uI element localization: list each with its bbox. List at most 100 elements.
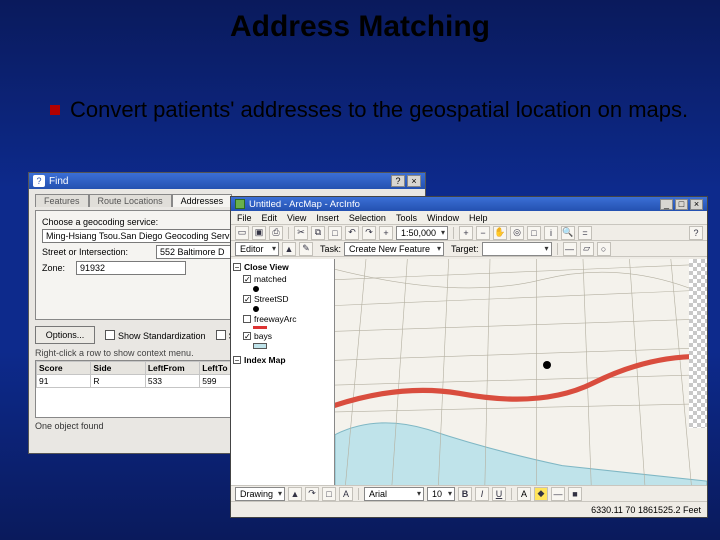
- menu-window[interactable]: Window: [427, 213, 459, 223]
- save-icon[interactable]: ▣: [252, 226, 266, 240]
- edit-tool2-icon[interactable]: ▱: [580, 242, 594, 256]
- zoom-in-icon[interactable]: +: [459, 226, 473, 240]
- bullet-icon: [50, 105, 60, 115]
- tab-route-locations[interactable]: Route Locations: [89, 194, 172, 207]
- draw-pointer-icon[interactable]: ▲: [288, 487, 302, 501]
- undo-icon[interactable]: ↶: [345, 226, 359, 240]
- show-standardization-checkbox[interactable]: Show Standardization: [105, 329, 206, 341]
- layer-matched-symbol: [253, 286, 332, 292]
- redo-icon[interactable]: ↷: [362, 226, 376, 240]
- toc-panel: −Close View ✓matched ✓StreetSD freewayAr…: [231, 259, 335, 501]
- task-dropdown[interactable]: Create New Feature: [344, 242, 444, 256]
- fill-color-icon[interactable]: ◆: [534, 487, 548, 501]
- options-button[interactable]: Options...: [35, 326, 95, 344]
- slide-title: Address Matching: [0, 10, 720, 44]
- pointer-icon[interactable]: ▲: [282, 242, 296, 256]
- menu-insert[interactable]: Insert: [316, 213, 339, 223]
- layer-streetsd-symbol: [253, 306, 332, 312]
- layer-matched[interactable]: ✓matched: [243, 274, 332, 284]
- menu-selection[interactable]: Selection: [349, 213, 386, 223]
- tab-addresses[interactable]: Addresses: [172, 194, 233, 207]
- find-tool-icon[interactable]: 🔍: [561, 226, 575, 240]
- scale-dropdown[interactable]: 1:50,000: [396, 226, 448, 240]
- pan-hand-icon[interactable]: ✋: [493, 226, 507, 240]
- select-icon[interactable]: □: [527, 226, 541, 240]
- pencil-icon[interactable]: ✎: [299, 242, 313, 256]
- full-extent-icon[interactable]: ◎: [510, 226, 524, 240]
- find-close-button[interactable]: ×: [407, 175, 421, 187]
- checker-margin: [689, 259, 707, 428]
- collapse2-icon[interactable]: −: [233, 356, 241, 364]
- matched-point-marker: [543, 361, 551, 369]
- zone-label: Zone:: [42, 263, 72, 273]
- address-label: Street or Intersection:: [42, 247, 152, 257]
- arcmap-max-button[interactable]: □: [675, 199, 688, 210]
- layer-label: StreetSD: [254, 294, 289, 304]
- task-label: Task:: [320, 244, 341, 254]
- line-color-icon[interactable]: —: [551, 487, 565, 501]
- menu-tools[interactable]: Tools: [396, 213, 417, 223]
- editor-dropdown[interactable]: Editor: [235, 242, 279, 256]
- marker-color-icon[interactable]: ■: [568, 487, 582, 501]
- menu-edit[interactable]: Edit: [262, 213, 278, 223]
- questionmark-icon: ?: [33, 175, 45, 187]
- col-score[interactable]: Score: [37, 362, 91, 375]
- target-dropdown[interactable]: [482, 242, 552, 256]
- cell: 533: [145, 375, 199, 388]
- layer-freeway[interactable]: freewayArc: [243, 314, 332, 324]
- arcmap-app-icon: [235, 199, 245, 209]
- tab-features[interactable]: Features: [35, 194, 89, 207]
- target-label: Target:: [451, 244, 479, 254]
- collapse-icon[interactable]: −: [233, 263, 241, 271]
- drawing-dropdown[interactable]: Drawing: [235, 487, 285, 501]
- copy-icon[interactable]: ⧉: [311, 226, 325, 240]
- measure-icon[interactable]: =: [578, 226, 592, 240]
- menu-view[interactable]: View: [287, 213, 306, 223]
- menubar: File Edit View Insert Selection Tools Wi…: [231, 211, 707, 225]
- draw-text-icon[interactable]: A: [339, 487, 353, 501]
- draw-rotate-icon[interactable]: ↷: [305, 487, 319, 501]
- editor-toolbar: Editor ▲ ✎ Task: Create New Feature Targ…: [231, 241, 707, 257]
- layer-label: freewayArc: [254, 314, 297, 324]
- index-map-label: Index Map: [244, 355, 286, 365]
- show-standardization-label: Show Standardization: [118, 331, 206, 341]
- slide-bullet: Convert patients' addresses to the geosp…: [50, 96, 690, 124]
- arcmap-close-button[interactable]: ×: [690, 199, 703, 210]
- help-cursor-icon[interactable]: ?: [689, 226, 703, 240]
- map-canvas[interactable]: [335, 259, 707, 501]
- statusbar: 6330.11 70 1861525.2 Feet: [231, 501, 707, 517]
- add-layer-icon[interactable]: +: [379, 226, 393, 240]
- edit-tool3-icon[interactable]: ○: [597, 242, 611, 256]
- find-titlebar: ? Find ? ×: [29, 173, 425, 189]
- layer-bays-symbol: [253, 343, 332, 349]
- font-size-dropdown[interactable]: 10: [427, 487, 455, 501]
- cut-icon[interactable]: ✂: [294, 226, 308, 240]
- bold-icon[interactable]: B: [458, 487, 472, 501]
- print-icon[interactable]: ⎙: [269, 226, 283, 240]
- italic-icon[interactable]: I: [475, 487, 489, 501]
- cell: 91: [37, 375, 91, 388]
- col-side[interactable]: Side: [91, 362, 145, 375]
- standard-toolbar: ▭ ▣ ⎙ ✂ ⧉ □ ↶ ↷ + 1:50,000 + − ✋ ◎ □ i 🔍…: [231, 225, 707, 241]
- font-name-dropdown[interactable]: Arial: [364, 487, 424, 501]
- col-leftfrom[interactable]: LeftFrom: [145, 362, 199, 375]
- layer-freeway-symbol: [253, 326, 332, 329]
- menu-file[interactable]: File: [237, 213, 252, 223]
- paste-icon[interactable]: □: [328, 226, 342, 240]
- underline-icon[interactable]: U: [492, 487, 506, 501]
- find-help-button[interactable]: ?: [391, 175, 405, 187]
- coord-readout: 6330.11 70 1861525.2 Feet: [591, 505, 701, 515]
- edit-tool-icon[interactable]: —: [563, 242, 577, 256]
- draw-rect-icon[interactable]: □: [322, 487, 336, 501]
- layer-streetsd[interactable]: ✓StreetSD: [243, 294, 332, 304]
- arcmap-min-button[interactable]: _: [660, 199, 673, 210]
- map-svg: [335, 259, 707, 486]
- zoom-out-icon[interactable]: −: [476, 226, 490, 240]
- identify-icon[interactable]: i: [544, 226, 558, 240]
- zone-input[interactable]: 91932: [76, 261, 186, 275]
- font-color-icon[interactable]: A: [517, 487, 531, 501]
- menu-help[interactable]: Help: [469, 213, 488, 223]
- toc-root: Close View: [244, 262, 289, 272]
- layer-bays[interactable]: ✓bays: [243, 331, 332, 341]
- open-icon[interactable]: ▭: [235, 226, 249, 240]
